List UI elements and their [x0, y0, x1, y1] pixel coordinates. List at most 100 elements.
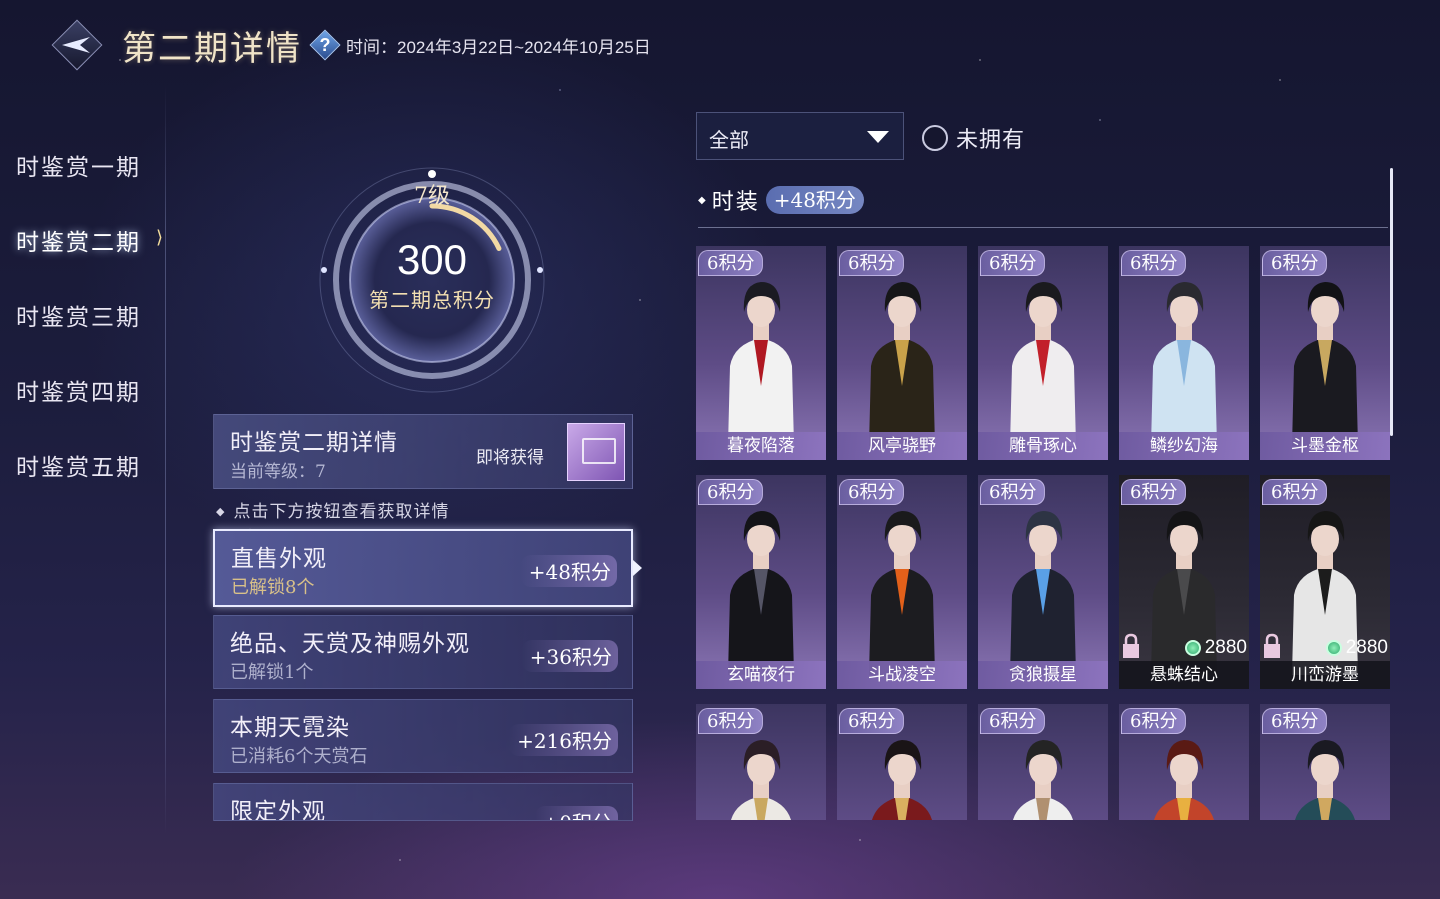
points-badge: 6积分 — [839, 250, 905, 276]
outfit-card[interactable]: 6积分风亭骁野 — [837, 246, 967, 460]
active-category-arrow-icon — [633, 560, 642, 576]
category-dye-button[interactable]: 本期天霓染 已消耗6个天赏石 +216积分 — [213, 699, 633, 773]
section-divider — [698, 227, 1388, 228]
outfit-card[interactable]: 6积分 雕骨琢心 — [978, 246, 1108, 460]
outfit-card[interactable]: 6积分贪狼摄星 — [978, 475, 1108, 689]
points-badge: 6积分 — [839, 479, 905, 505]
category-name: 本期天霓染 — [230, 715, 350, 741]
chevron-down-icon — [867, 131, 889, 143]
upcoming-reward-label: 即将获得 — [476, 448, 544, 468]
outfit-price: 2880 — [1325, 637, 1388, 659]
unowned-toggle[interactable]: 未拥有 — [922, 122, 1025, 154]
outfit-card[interactable]: 6积分 — [1260, 704, 1390, 820]
nav-item-period-3[interactable]: 时鉴赏三期 — [16, 298, 141, 332]
nav-item-period-5[interactable]: 时鉴赏五期 — [16, 448, 141, 482]
outfit-card[interactable]: 6积分斗战凌空 — [837, 475, 967, 689]
character-portrait — [1295, 740, 1355, 820]
outfit-name: 悬蛛结心 — [1119, 661, 1249, 689]
character-portrait — [1151, 282, 1217, 446]
points-badge: 6积分 — [1121, 250, 1187, 276]
outfit-card[interactable]: 6积分斗墨金枢 — [1260, 246, 1390, 460]
back-button[interactable] — [50, 18, 104, 72]
outfit-card[interactable]: 6积分 暮夜陷落 — [696, 246, 826, 460]
period-detail-title: 时鉴赏二期详情 — [230, 430, 398, 456]
level-label: 7级 — [414, 184, 450, 209]
jade-currency-icon — [1325, 640, 1342, 656]
outfit-card[interactable]: 6积分 — [1119, 704, 1249, 820]
header: 第二期详情 ? 时间：2024年3月22日~2024年10月25日 — [50, 18, 651, 72]
outfit-card[interactable]: 6积分悬蛛结心 2880 — [1119, 475, 1249, 689]
time-range-label: 时间：2024年3月22日~2024年10月25日 — [346, 33, 651, 58]
outfit-name: 贪狼摄星 — [978, 661, 1108, 689]
total-points-value: 300 — [396, 236, 468, 283]
outfit-card[interactable]: 6积分鳞纱幻海 — [1119, 246, 1249, 460]
lock-icon — [1264, 633, 1280, 658]
category-points: +216积分 — [509, 724, 618, 756]
category-status: 已消耗6个天赏石 — [230, 746, 368, 767]
points-badge: 6积分 — [980, 250, 1046, 276]
filter-dropdown[interactable]: 全部 — [696, 112, 904, 160]
category-name: 限定外观 — [230, 799, 326, 821]
page-title: 第二期详情 — [122, 28, 302, 69]
outfit-card[interactable]: 6积分 — [696, 704, 826, 820]
lock-icon — [1123, 633, 1139, 658]
character-portrait — [728, 282, 794, 446]
category-points: +48积分 — [520, 555, 617, 587]
character-portrait — [728, 511, 794, 675]
outfit-card[interactable]: 6积分玄喵夜行 — [696, 475, 826, 689]
points-badge: 6积分 — [1121, 479, 1187, 505]
outfit-name: 鳞纱幻海 — [1119, 432, 1249, 460]
upcoming-reward-icon[interactable] — [567, 423, 625, 481]
points-badge: 6积分 — [1121, 708, 1187, 734]
category-status: 已解锁8个 — [231, 577, 315, 598]
total-points-caption: 第二期总积分 — [369, 288, 495, 312]
filter-selected-value: 全部 — [709, 128, 749, 152]
help-icon[interactable]: ? — [309, 29, 341, 61]
points-badge: 6积分 — [1262, 708, 1328, 734]
points-badge: 6积分 — [1262, 250, 1328, 276]
character-portrait — [869, 511, 935, 675]
outfit-price-value: 2880 — [1204, 637, 1247, 658]
category-direct-sale-button[interactable]: 直售外观 已解锁8个 +48积分 — [213, 529, 633, 607]
section-title: 时装 — [711, 190, 760, 215]
outfit-card[interactable]: 6积分川峦游墨 2880 — [1260, 475, 1390, 689]
points-badge: 6积分 — [839, 708, 905, 734]
outfit-name: 斗墨金枢 — [1260, 432, 1390, 460]
nav-divider — [165, 85, 166, 835]
character-portrait — [1013, 740, 1073, 820]
outfit-price-value: 2880 — [1345, 637, 1388, 658]
unowned-radio[interactable] — [922, 125, 948, 151]
category-points: +0积分 — [534, 806, 618, 820]
character-portrait — [1292, 282, 1358, 446]
points-badge: 6积分 — [980, 479, 1046, 505]
points-badge: 6积分 — [698, 708, 764, 734]
time-prefix: 时间： — [346, 37, 397, 58]
nav-item-period-4[interactable]: 时鉴赏四期 — [16, 373, 141, 407]
back-arrow-icon — [62, 37, 90, 53]
current-level-label: 当前等级：7 — [230, 462, 326, 482]
jade-currency-icon — [1184, 640, 1201, 656]
category-points: +36积分 — [521, 640, 618, 672]
category-name: 绝品、天赏及神赐外观 — [230, 631, 470, 657]
nav-item-period-1[interactable]: 时鉴赏一期 — [16, 148, 141, 182]
outfit-price: 2880 — [1184, 637, 1247, 659]
points-badge: 6积分 — [698, 479, 764, 505]
outfit-name: 玄喵夜行 — [696, 661, 826, 689]
character-portrait — [1010, 511, 1076, 675]
points-badge: 6积分 — [1262, 479, 1328, 505]
category-limited-button[interactable]: 限定外观 +0积分 — [213, 783, 633, 821]
outfit-name: 斗战凌空 — [837, 661, 967, 689]
outfit-grid: 6积分 暮夜陷落 6积分 风亭骁野 6积分 雕骨琢心 6积分 鳞纱幻海 6积分 斗墨金枢 6积分 玄喵… — [696, 246, 1396, 820]
outfit-name: 川峦游墨 — [1260, 661, 1390, 689]
bullet-icon: ◆ — [698, 194, 706, 206]
outfit-card[interactable]: 6积分 — [978, 704, 1108, 820]
outfit-card[interactable]: 6积分 — [837, 704, 967, 820]
points-badge: 6积分 — [698, 250, 764, 276]
nav-item-period-2[interactable]: 时鉴赏二期 — [16, 223, 141, 257]
category-premium-button[interactable]: 绝品、天赏及神赐外观 已解锁1个 +36积分 — [213, 615, 633, 689]
section-points-badge: +48积分 — [765, 186, 864, 214]
outfit-name: 风亭骁野 — [837, 432, 967, 460]
category-status: 已解锁1个 — [230, 662, 314, 683]
period-detail-card[interactable]: 时鉴赏二期详情 当前等级：7 即将获得 — [213, 414, 633, 489]
section-header: ◆ 时装 +48积分 — [698, 184, 864, 216]
